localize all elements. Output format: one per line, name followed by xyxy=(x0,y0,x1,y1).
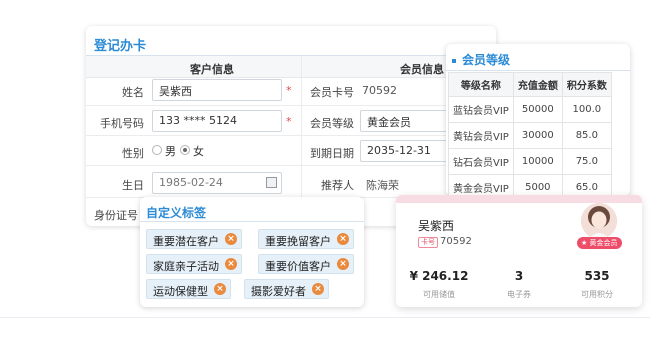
referrer-value: 陈海荣 xyxy=(366,179,399,192)
remove-tag-icon[interactable]: × xyxy=(312,283,324,295)
idcard-label: 身份证号 xyxy=(94,209,138,222)
level-name-cell: 黄金会员VIP xyxy=(448,174,514,196)
table-row[interactable]: 蓝钻会员VIP 50000 100.0 xyxy=(448,96,612,123)
name-input[interactable]: 吴紫西 xyxy=(152,79,282,101)
balance-label: 可用储值 xyxy=(423,290,455,299)
tag-label: 重要潜在客户 xyxy=(153,235,219,248)
gender-male-label: 男 xyxy=(165,145,176,158)
required-mark: * xyxy=(286,115,292,128)
balance-value: ¥ 246.12 xyxy=(409,269,469,283)
points-label: 可用积分 xyxy=(581,290,613,299)
card-no-label: 会员卡号 xyxy=(310,86,354,99)
remove-tag-icon[interactable]: × xyxy=(225,258,237,270)
card-member-name: 吴紫西 xyxy=(418,219,455,233)
member-level-title-text: 会员等级 xyxy=(462,53,511,67)
tag-label: 家庭亲子活动 xyxy=(153,260,219,273)
vip-level-badge: ★ 黄金会员 xyxy=(577,237,622,249)
column-header: 等级名称 xyxy=(448,72,514,97)
row-divider xyxy=(86,135,496,136)
tag-item[interactable]: 摄影爱好者 × xyxy=(244,279,329,299)
row-divider xyxy=(86,105,496,106)
card-number: 70592 xyxy=(440,236,472,247)
avatar-portrait-icon xyxy=(581,203,617,239)
points-value: 535 xyxy=(584,269,610,283)
level-select[interactable]: 黄金会员 xyxy=(360,110,450,132)
title-divider xyxy=(446,70,630,71)
name-label: 姓名 xyxy=(122,86,144,99)
member-info-heading: 会员信息 xyxy=(400,63,444,76)
tag-item[interactable]: 重要潜在客户 × xyxy=(146,229,242,249)
required-mark: * xyxy=(286,84,292,97)
recharge-cell: 50000 xyxy=(512,96,563,123)
member-level-panel: 会员等级 等级名称 充值金额 积分系数 蓝钻会员VIP 50000 100.0 … xyxy=(446,44,630,196)
gender-radio-group: 男 女 xyxy=(152,143,222,159)
table-row[interactable]: 钻石会员VIP 10000 75.0 xyxy=(448,148,612,175)
member-level-table: 等级名称 充值金额 积分系数 蓝钻会员VIP 50000 100.0 黄钻会员V… xyxy=(448,72,612,196)
gender-female-label: 女 xyxy=(193,145,204,158)
phone-label: 手机号码 xyxy=(100,117,144,130)
level-name-cell: 蓝钻会员VIP xyxy=(448,96,514,123)
tag-label: 摄影爱好者 xyxy=(251,285,306,298)
registration-header: 客户信息 会员信息 xyxy=(86,56,496,78)
member-level-title: 会员等级 xyxy=(452,51,510,68)
tag-item[interactable]: 重要价值客户 × xyxy=(258,254,354,274)
card-top-stripe xyxy=(396,195,642,203)
calendar-icon[interactable] xyxy=(266,177,277,188)
custom-tags-panel: 自定义标签 重要潜在客户 × 重要挽留客户 × 家庭亲子活动 × 重要价值客户 … xyxy=(140,197,364,307)
points-coef-cell: 65.0 xyxy=(561,174,612,196)
birthday-input[interactable]: 1985-02-24 xyxy=(152,172,282,194)
points-coef-cell: 100.0 xyxy=(561,96,612,123)
tag-item[interactable]: 家庭亲子活动 × xyxy=(146,254,242,274)
avatar xyxy=(581,203,617,239)
gender-female-radio[interactable] xyxy=(180,145,190,155)
column-header: 充值金额 xyxy=(512,72,563,97)
coupon-label: 电子券 xyxy=(507,290,531,299)
recharge-cell: 10000 xyxy=(512,148,563,175)
level-name-cell: 黄钻会员VIP xyxy=(448,122,514,149)
expiry-input[interactable]: 2035-12-31 xyxy=(360,140,450,162)
tag-label: 重要价值客户 xyxy=(265,260,331,273)
tag-label: 重要挽留客户 xyxy=(265,235,331,248)
points-coef-cell: 75.0 xyxy=(561,148,612,175)
table-row[interactable]: 黄金会员VIP 5000 65.0 xyxy=(448,174,612,196)
coupon-value: 3 xyxy=(514,269,524,283)
birthday-label: 生日 xyxy=(122,179,144,192)
level-name-cell: 钻石会员VIP xyxy=(448,148,514,175)
remove-tag-icon[interactable]: × xyxy=(337,233,349,245)
custom-tags-title: 自定义标签 xyxy=(146,206,207,220)
tag-item[interactable]: 重要挽留客户 × xyxy=(258,229,354,249)
points-coef-cell: 85.0 xyxy=(561,122,612,149)
remove-tag-icon[interactable]: × xyxy=(337,258,349,270)
bullet-icon xyxy=(452,58,456,63)
registration-title: 登记办卡 xyxy=(94,39,147,54)
member-card: 吴紫西 卡号 70592 ★ 黄金会员 ¥ 246.12 可用储值 3 电子券 … xyxy=(396,195,642,307)
birthday-value: 1985-02-24 xyxy=(159,176,223,189)
table-header-row: 等级名称 充值金额 积分系数 xyxy=(448,72,612,97)
phone-input[interactable]: 133 **** 5124 xyxy=(152,110,282,132)
tag-label: 运动保健型 xyxy=(153,285,208,298)
level-label: 会员等级 xyxy=(310,117,354,130)
column-header: 积分系数 xyxy=(561,72,612,97)
table-row[interactable]: 黄钻会员VIP 30000 85.0 xyxy=(448,122,612,149)
page-divider xyxy=(0,317,650,318)
referrer-label: 推荐人 xyxy=(321,179,354,192)
remove-tag-icon[interactable]: × xyxy=(225,233,237,245)
tag-item[interactable]: 运动保健型 × xyxy=(146,279,231,299)
recharge-cell: 5000 xyxy=(512,174,563,196)
gender-label: 性别 xyxy=(122,147,144,160)
card-no-value: 70592 xyxy=(362,84,397,97)
customer-info-heading: 客户信息 xyxy=(190,63,234,76)
recharge-cell: 30000 xyxy=(512,122,563,149)
remove-tag-icon[interactable]: × xyxy=(214,283,226,295)
title-divider xyxy=(140,221,364,222)
expiry-label: 到期日期 xyxy=(310,147,354,160)
gender-male-radio[interactable] xyxy=(152,145,162,155)
card-number-badge: 卡号 xyxy=(418,237,438,248)
row-divider xyxy=(86,165,496,166)
